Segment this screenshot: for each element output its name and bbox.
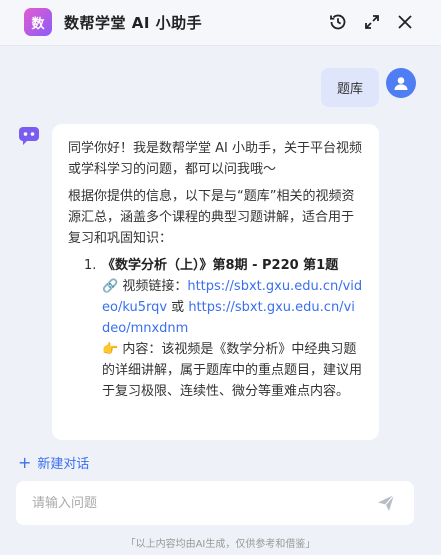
bot-avatar-icon — [18, 126, 40, 146]
video-list: 1. 《数学分析（上）》第8期 - P220 第1题 🔗 视频链接：https:… — [68, 255, 363, 402]
new-chat-label: 新建对话 — [37, 456, 90, 472]
bot-message-card: 同学你好！我是数帮学堂 AI 小助手，关于平台视频或学科学习的问题，都可以问我哦… — [52, 124, 379, 440]
header: 数 数帮学堂 AI 小助手 — [0, 0, 441, 46]
app-logo: 数 — [24, 8, 52, 36]
plus-icon: + — [18, 452, 32, 472]
bot-intro: 根据你提供的信息，以下是与“题库”相关的视频资源汇总，涵盖多个课程的典型习题讲解… — [68, 189, 355, 246]
link-label: 🔗 视频链接： — [102, 279, 188, 294]
bot-greeting: 同学你好！我是数帮学堂 AI 小助手，关于平台视频或学科学习的问题，都可以问我哦… — [68, 141, 362, 177]
app-title: 数帮学堂 AI 小助手 — [64, 14, 203, 32]
list-item-number: 1. — [84, 258, 97, 273]
expand-icon[interactable] — [360, 10, 384, 34]
question-input[interactable] — [32, 495, 374, 511]
new-chat-button[interactable]: + 新建对话 — [18, 452, 89, 472]
send-icon[interactable] — [374, 491, 398, 515]
logo-text: 数 — [31, 16, 45, 32]
list-item-title: 《数学分析（上）》第8期 - P220 第1题 — [102, 258, 339, 273]
footer-disclaimer: 「以上内容均由AI生成，仅供参考和借鉴」 — [125, 539, 316, 550]
video-links: 🔗 视频链接：https://sbxt.gxu.edu.cn/video/ku5… — [102, 276, 363, 339]
user-message-row: 题库 — [0, 62, 441, 112]
user-icon — [394, 77, 408, 90]
input-box — [16, 481, 414, 525]
user-avatar — [386, 68, 416, 98]
close-icon[interactable] — [393, 10, 417, 34]
list-item: 1. 《数学分析（上）》第8期 - P220 第1题 🔗 视频链接：https:… — [84, 255, 363, 402]
list-item-content: 👉 内容：该视频是《数学分析》中经典习题的详细讲解，属于题库中的重点题目，建议用… — [102, 342, 363, 399]
history-icon[interactable] — [326, 10, 350, 34]
user-message-bubble: 题库 — [320, 68, 379, 107]
link-or-text: 或 — [167, 300, 189, 315]
